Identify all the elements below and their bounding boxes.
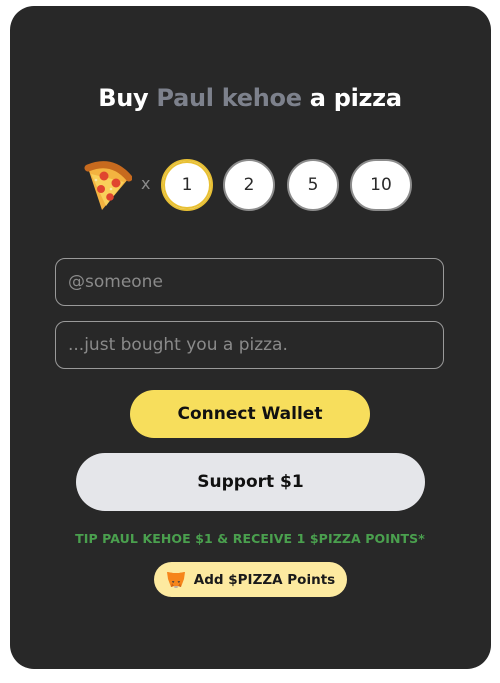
pizza-icon xyxy=(84,161,132,210)
username-input[interactable] xyxy=(55,258,444,306)
add-pizza-points-button[interactable]: Add $PIZZA Points xyxy=(154,562,347,597)
times-symbol: x xyxy=(141,174,151,193)
quantity-option-1[interactable]: 1 xyxy=(161,159,213,211)
metamask-fox-icon xyxy=(166,571,185,588)
tip-info-text: TIP PAUL KEHOE $1 & RECEIVE 1 $PIZZA POI… xyxy=(75,531,425,546)
quantity-option-5[interactable]: 5 xyxy=(287,159,339,211)
quantity-option-2[interactable]: 2 xyxy=(223,159,275,211)
title-prefix: Buy xyxy=(98,84,149,112)
quantity-option-10[interactable]: 10 xyxy=(350,159,412,211)
add-points-label: Add $PIZZA Points xyxy=(193,571,336,588)
support-button[interactable]: Support $1 xyxy=(76,453,425,511)
message-input[interactable] xyxy=(55,321,444,369)
connect-wallet-button[interactable]: Connect Wallet xyxy=(130,390,370,438)
page-title: Buy Paul kehoe a pizza xyxy=(0,84,500,112)
title-suffix: a pizza xyxy=(309,84,402,112)
creator-name: Paul kehoe xyxy=(156,84,302,112)
